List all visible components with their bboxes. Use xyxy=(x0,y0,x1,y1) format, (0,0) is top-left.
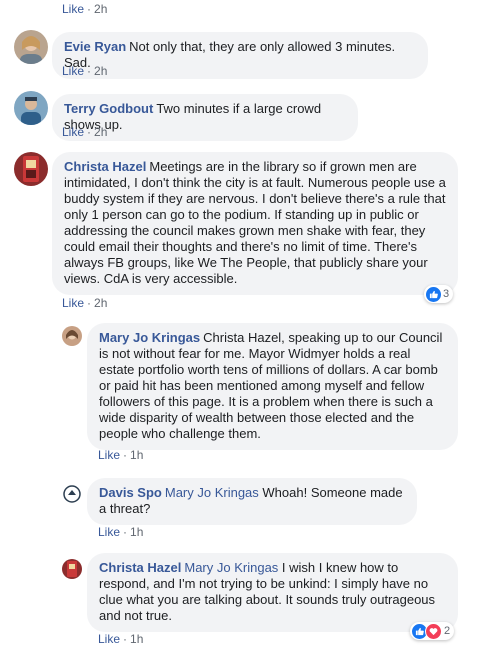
comment-author[interactable]: Terry Godbout xyxy=(64,101,153,116)
love-reaction-icon xyxy=(425,622,442,640)
timestamp: 1h xyxy=(130,525,144,539)
avatar[interactable] xyxy=(62,484,82,504)
comment-text: Meetings are in the library so if grown … xyxy=(64,159,446,286)
comment-meta: Like · 2h xyxy=(62,125,108,139)
like-link[interactable]: Like xyxy=(98,448,120,462)
avatar[interactable] xyxy=(62,559,82,579)
like-link[interactable]: Like xyxy=(98,632,120,646)
reply-meta: Like · 1h xyxy=(98,632,144,646)
avatar[interactable] xyxy=(14,91,48,125)
reaction-summary[interactable]: 3 xyxy=(424,285,454,303)
like-link[interactable]: Like xyxy=(98,525,120,539)
avatar[interactable] xyxy=(14,30,48,64)
reply-bubble: Mary Jo Kringas Christa Hazel, speaking u… xyxy=(87,323,458,450)
comment-bubble: Evie Ryan Not only that, they are only al… xyxy=(52,32,428,79)
reply-author[interactable]: Mary Jo Kringas xyxy=(99,330,200,345)
reply-text: Christa Hazel, speaking up to our Counci… xyxy=(99,330,443,441)
reaction-count: 2 xyxy=(444,625,451,637)
comment-author[interactable]: Christa Hazel xyxy=(64,159,146,174)
like-reaction-icon xyxy=(426,286,441,302)
like-link[interactable]: Like xyxy=(62,125,84,139)
timestamp: 2h xyxy=(94,2,108,16)
previous-comment-meta: Like · 2h xyxy=(62,2,108,16)
timestamp: 1h xyxy=(130,632,144,646)
avatar[interactable] xyxy=(14,152,48,186)
comment-bubble: Christa Hazel Meetings are in the library… xyxy=(52,152,458,295)
reply-author[interactable]: Davis Spo xyxy=(99,485,162,500)
comment-author[interactable]: Evie Ryan xyxy=(64,39,126,54)
timestamp: 2h xyxy=(94,64,108,78)
timestamp: 2h xyxy=(94,125,108,139)
reply-author[interactable]: Christa Hazel xyxy=(99,560,181,575)
reply-bubble: Christa Hazel Mary Jo Kringas I wish I kn… xyxy=(87,553,458,632)
reaction-count: 3 xyxy=(443,288,450,300)
like-link[interactable]: Like xyxy=(62,2,84,16)
timestamp: 2h xyxy=(94,296,108,310)
comment-meta: Like · 2h xyxy=(62,64,108,78)
reply-bubble: Davis Spo Mary Jo Kringas Whoah! Someone … xyxy=(87,478,417,525)
reaction-summary[interactable]: 2 xyxy=(410,622,455,640)
timestamp: 1h xyxy=(130,448,144,462)
mention-link[interactable]: Mary Jo Kringas xyxy=(184,560,278,575)
reply-meta: Like · 1h xyxy=(98,448,144,462)
avatar[interactable] xyxy=(62,326,82,346)
comment-meta: Like · 2h xyxy=(62,296,108,310)
like-link[interactable]: Like xyxy=(62,296,84,310)
reply-meta: Like · 1h xyxy=(98,525,144,539)
mention-link[interactable]: Mary Jo Kringas xyxy=(165,485,259,500)
like-link[interactable]: Like xyxy=(62,64,84,78)
